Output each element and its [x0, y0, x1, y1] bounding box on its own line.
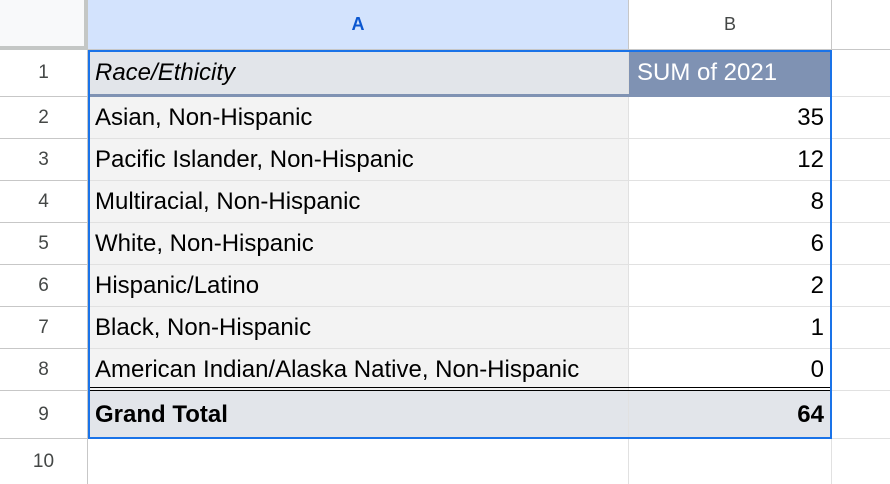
pivot-header-value[interactable]: SUM of 2021: [629, 50, 832, 97]
row-header-7[interactable]: 7: [0, 307, 88, 349]
row-header-3[interactable]: 3: [0, 139, 88, 181]
pivot-row-label[interactable]: Hispanic/Latino: [88, 265, 629, 307]
pivot-total-label[interactable]: Grand Total: [88, 391, 629, 439]
cell-b10[interactable]: [629, 439, 832, 484]
cell-c3[interactable]: [832, 139, 890, 181]
row-header-5[interactable]: 5: [0, 223, 88, 265]
cell-c8[interactable]: [832, 349, 890, 391]
row-header-4[interactable]: 4: [0, 181, 88, 223]
pivot-row-value[interactable]: 8: [629, 181, 832, 223]
pivot-row-value[interactable]: 2: [629, 265, 832, 307]
row-header-6[interactable]: 6: [0, 265, 88, 307]
pivot-row-label[interactable]: Asian, Non-Hispanic: [88, 97, 629, 139]
grand-total-divider: [90, 390, 830, 391]
pivot-row-value[interactable]: 0: [629, 349, 832, 391]
cell-c7[interactable]: [832, 307, 890, 349]
pivot-row-value[interactable]: 35: [629, 97, 832, 139]
pivot-row-label[interactable]: Black, Non-Hispanic: [88, 307, 629, 349]
pivot-total-value[interactable]: 64: [629, 391, 832, 439]
column-header-a[interactable]: A: [88, 0, 629, 50]
cell-c6[interactable]: [832, 265, 890, 307]
cell-c9[interactable]: [832, 391, 890, 439]
cell-c5[interactable]: [832, 223, 890, 265]
pivot-header-label[interactable]: Race/Ethicity: [88, 50, 629, 97]
row-header-8[interactable]: 8: [0, 349, 88, 391]
row-header-1[interactable]: 1: [0, 50, 88, 97]
pivot-row-value[interactable]: 12: [629, 139, 832, 181]
cell-c10[interactable]: [832, 439, 890, 484]
cell-c4[interactable]: [832, 181, 890, 223]
column-header-b[interactable]: B: [629, 0, 832, 50]
cell-c2[interactable]: [832, 97, 890, 139]
column-header-c[interactable]: [832, 0, 890, 50]
row-header-9[interactable]: 9: [0, 391, 88, 439]
cell-c1[interactable]: [832, 50, 890, 97]
pivot-row-label[interactable]: Pacific Islander, Non-Hispanic: [88, 139, 629, 181]
pivot-row-label[interactable]: White, Non-Hispanic: [88, 223, 629, 265]
cell-a10[interactable]: [88, 439, 629, 484]
pivot-header-divider: [90, 94, 830, 97]
pivot-row-label[interactable]: Multiracial, Non-Hispanic: [88, 181, 629, 223]
select-all-corner[interactable]: [0, 0, 88, 50]
pivot-row-label[interactable]: American Indian/Alaska Native, Non-Hispa…: [88, 349, 629, 391]
grand-total-divider: [90, 387, 830, 388]
pivot-row-value[interactable]: 1: [629, 307, 832, 349]
row-header-2[interactable]: 2: [0, 97, 88, 139]
spreadsheet-grid: A B 1 2 3 4 5 6 7 8 9 10 Race/Ethicity S…: [0, 0, 890, 484]
row-header-10[interactable]: 10: [0, 439, 88, 484]
pivot-row-value[interactable]: 6: [629, 223, 832, 265]
